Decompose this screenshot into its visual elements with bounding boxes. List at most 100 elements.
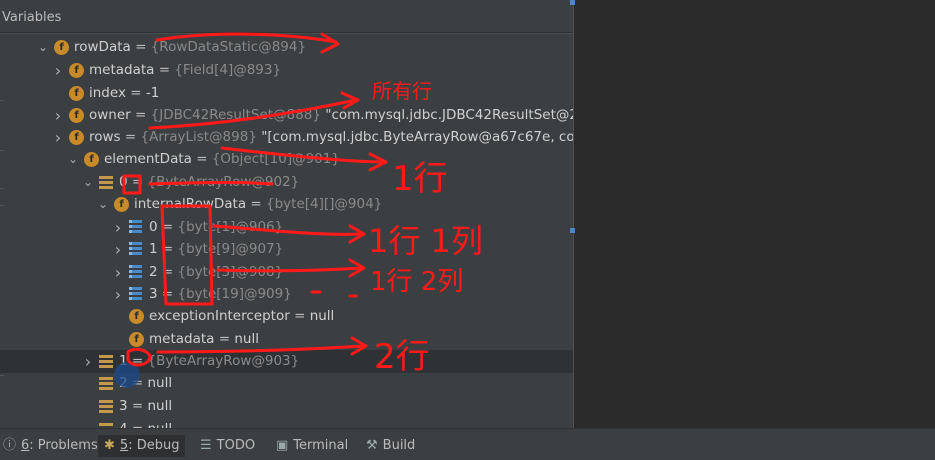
variable-name: exceptionInterceptor xyxy=(149,308,290,324)
object-reference: {ByteArrayRow@902} xyxy=(147,174,300,190)
array-item-icon xyxy=(99,400,113,413)
equals-sign: = xyxy=(157,241,178,257)
value-string: "[com.mysql.jdbc.ByteArrayRow@a67c67e, c… xyxy=(261,129,573,145)
equals-sign: = xyxy=(246,196,267,212)
field-icon: f xyxy=(69,86,84,101)
tree-row[interactable]: f index = -1 xyxy=(0,82,573,105)
variable-name: elementData xyxy=(104,151,192,167)
chevron-right-icon[interactable]: › xyxy=(51,59,65,82)
value-string: null xyxy=(147,375,173,391)
field-icon: f xyxy=(129,309,144,324)
tab-build-label: Build xyxy=(382,438,416,453)
chevron-right-icon[interactable]: › xyxy=(111,261,125,284)
field-icon: f xyxy=(84,152,99,167)
tab-todo[interactable]: ☰ TODO xyxy=(200,435,255,457)
tab-build[interactable]: ⚒ Build xyxy=(366,435,415,457)
tool-window-bar: ⓘ 6: Problems ✱ 5: Debug ☰ TODO ▣ Terminal ⚒… xyxy=(0,428,935,460)
tree-row[interactable]: ⌄ f internalRowData = {byte[4][]@904} xyxy=(0,193,573,216)
equals-sign: = xyxy=(154,62,175,78)
tree-row[interactable]: f metadata = null xyxy=(0,328,573,351)
tree-row[interactable]: › 0 = {byte[1]@906} xyxy=(0,216,573,239)
tree-row[interactable]: 4 = null xyxy=(0,418,573,428)
chevron-right-icon[interactable]: › xyxy=(111,283,125,306)
tree-row[interactable]: 3 = null xyxy=(0,395,573,418)
tree-row[interactable]: › 3 = {byte[19]@909} xyxy=(0,283,573,306)
tree-row-text: 4 = null xyxy=(119,418,172,428)
equals-sign: = xyxy=(214,331,235,347)
tree-row-text: metadata = null xyxy=(149,328,259,351)
equals-sign: = xyxy=(120,129,141,145)
chevron-right-icon[interactable]: › xyxy=(111,216,125,239)
tree-row-text: internalRowData = {byte[4][]@904} xyxy=(134,193,382,216)
chevron-right-icon[interactable]: › xyxy=(111,238,125,261)
tree-row-text: 3 = {byte[19]@909} xyxy=(149,283,292,306)
tree-row[interactable]: ⌄ 0 = {ByteArrayRow@902} xyxy=(0,171,573,194)
tree-row[interactable]: ⌄ f elementData = {Object[10]@901} xyxy=(0,148,573,171)
chevron-down-icon[interactable]: ⌄ xyxy=(81,171,95,194)
resize-handle-middle[interactable] xyxy=(570,228,575,233)
tree-row-text: 0 = {ByteArrayRow@902} xyxy=(119,171,299,194)
tree-row[interactable]: › f owner = {JDBC42ResultSet@888} "com.mys… xyxy=(0,104,573,127)
object-reference: {RowDataStatic@894} xyxy=(150,39,307,55)
tab-problems[interactable]: ⓘ 6: Problems xyxy=(3,435,98,457)
variable-name: 3 xyxy=(119,398,128,414)
mouse-cursor-highlight xyxy=(114,362,140,388)
tree-row-text: rows = {ArrayList@898} "[com.mysql.jdbc.… xyxy=(89,126,573,149)
object-reference: {byte[3]@908} xyxy=(177,264,284,280)
object-reference: {byte[4][]@904} xyxy=(266,196,383,212)
variable-name: owner xyxy=(89,107,131,123)
debug-icon: ✱ xyxy=(104,438,115,453)
todo-icon: ☰ xyxy=(200,438,212,453)
tree-row-text: 1 = {byte[9]@907} xyxy=(149,238,283,261)
tab-debug[interactable]: ✱ 5: Debug xyxy=(98,435,186,457)
value-string: -1 xyxy=(145,85,160,101)
variable-name: 4 xyxy=(119,421,128,428)
tree-row[interactable]: › f metadata = {Field[4]@893} xyxy=(0,59,573,82)
tab-debug-label: : Debug xyxy=(128,438,180,453)
pane-divider[interactable] xyxy=(573,0,574,428)
variables-panel: Variables ⌄ f rowData = {RowDataStatic@894… xyxy=(0,0,573,428)
equals-sign: = xyxy=(289,308,310,324)
value-string: null xyxy=(234,331,259,347)
array-element-icon xyxy=(129,220,142,235)
tab-todo-label: TODO xyxy=(216,438,256,453)
field-icon: f xyxy=(69,130,84,145)
tree-row-text: index = -1 xyxy=(89,82,159,105)
field-icon: f xyxy=(114,197,129,212)
object-reference: {JDBC42ResultSet@888} xyxy=(150,107,321,123)
chevron-right-icon[interactable]: › xyxy=(81,350,95,373)
equals-sign: = xyxy=(191,151,212,167)
array-element-icon xyxy=(129,287,142,302)
variable-name: rowData xyxy=(74,39,131,55)
equals-sign: = xyxy=(127,398,148,414)
field-icon: f xyxy=(69,108,84,123)
tree-row-text: 1 = {ByteArrayRow@903} xyxy=(119,350,299,373)
resize-handle-top[interactable] xyxy=(570,0,575,5)
tab-problems-label: : Problems xyxy=(29,438,98,453)
field-icon: f xyxy=(69,63,84,78)
chevron-down-icon[interactable]: ⌄ xyxy=(96,193,110,216)
variable-name: 0 xyxy=(149,219,158,235)
array-item-icon xyxy=(99,355,113,368)
tree-row[interactable]: ⌄ f rowData = {RowDataStatic@894} xyxy=(0,36,573,59)
equals-sign: = xyxy=(130,39,151,55)
tree-row[interactable]: › 1 = {byte[9]@907} xyxy=(0,238,573,261)
chevron-down-icon[interactable]: ⌄ xyxy=(66,148,80,171)
value-string: null xyxy=(309,308,335,324)
value-string: null xyxy=(147,398,173,414)
field-icon: f xyxy=(129,332,144,347)
field-icon: f xyxy=(54,40,69,55)
tree-row[interactable]: f exceptionInterceptor = null xyxy=(0,305,573,328)
chevron-down-icon[interactable]: ⌄ xyxy=(36,36,50,59)
tab-terminal[interactable]: ▣ Terminal xyxy=(276,435,348,457)
tree-row[interactable]: 2 = null xyxy=(0,372,573,395)
tree-row[interactable]: › 1 = {ByteArrayRow@903} xyxy=(0,350,573,373)
tree-row[interactable]: › f rows = {ArrayList@898} "[com.mysql.jdb… xyxy=(0,126,573,149)
tab-debug-number: 5 xyxy=(119,438,129,453)
chevron-right-icon[interactable]: › xyxy=(51,104,65,127)
build-icon: ⚒ xyxy=(366,438,378,453)
tree-row[interactable]: › 2 = {byte[3]@908} xyxy=(0,261,573,284)
object-reference: {ArrayList@898} xyxy=(140,129,257,145)
chevron-right-icon[interactable]: › xyxy=(51,126,65,149)
variable-name: metadata xyxy=(89,62,155,78)
